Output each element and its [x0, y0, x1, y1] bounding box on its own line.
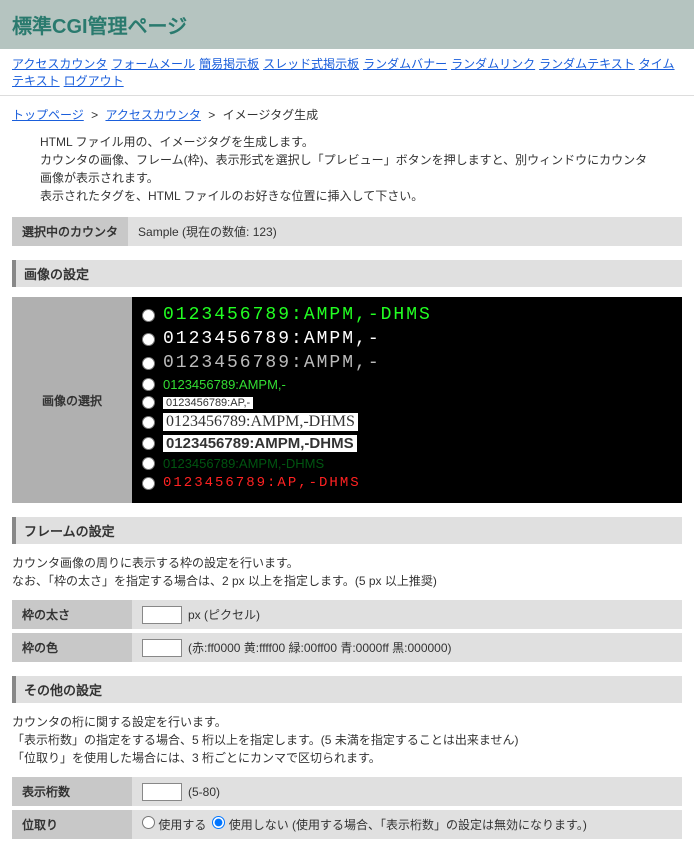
counter-sample: 0123456789:AMPM,-DHMS — [163, 456, 324, 471]
image-select-label: 画像の選択 — [12, 297, 132, 503]
image-option-row: 0123456789:AMPM,- — [142, 329, 672, 349]
note-line: カウンタ画像の周りに表示する枠の設定を行います。 — [12, 554, 682, 572]
digits-suffix: (5-80) — [188, 785, 220, 799]
image-option-row: 0123456789:AMPM,-DHMS — [142, 305, 672, 325]
counter-sample: 0123456789:AP,- — [163, 397, 253, 409]
digits-label: 表示桁数 — [12, 777, 132, 806]
frame-notes: カウンタ画像の周りに表示する枠の設定を行います。 なお、「枠の太さ」を指定する場… — [12, 554, 682, 600]
frame-color-input[interactable] — [142, 639, 182, 657]
separator-row: 位取り 使用する 使用しない (使用する場合、「表示桁数」の設定は無効になります… — [12, 810, 682, 839]
image-option-radio[interactable] — [142, 437, 155, 450]
frame-thickness-row: 枠の太さ px (ピクセル) — [12, 600, 682, 629]
frame-thickness-input[interactable] — [142, 606, 182, 624]
breadcrumb-sep: > — [208, 108, 215, 122]
section-title-other: その他の設定 — [12, 676, 682, 703]
page-header: 標準CGI管理ページ — [0, 0, 694, 49]
topnav-link[interactable]: ランダムテキスト — [539, 57, 635, 71]
image-option-row: 0123456789:AMPM,-DHMS — [142, 456, 672, 471]
desc-line: HTML ファイル用の、イメージタグを生成します。 — [40, 133, 654, 151]
topnav-link[interactable]: スレッド式掲示板 — [263, 57, 359, 71]
image-option-radio[interactable] — [142, 457, 155, 470]
topnav-link[interactable]: 簡易掲示板 — [199, 57, 259, 71]
counter-sample: 0123456789:AMPM,-DHMS — [163, 413, 358, 431]
topnav-link[interactable]: アクセスカウンタ — [12, 57, 107, 71]
image-option-radio[interactable] — [142, 357, 155, 370]
frame-color-hint: (赤:ff0000 黄:ffff00 緑:00ff00 青:0000ff 黒:0… — [188, 639, 452, 656]
image-option-radio[interactable] — [142, 309, 155, 322]
desc-line: 表示されたタグを、HTML ファイルのお好きな位置に挿入して下さい。 — [40, 187, 654, 205]
breadcrumb-link[interactable]: トップページ — [12, 108, 84, 122]
image-option-radio[interactable] — [142, 477, 155, 490]
separator-radio-use[interactable] — [142, 816, 155, 829]
page-title: 標準CGI管理ページ — [12, 10, 682, 39]
separator-opt-use[interactable]: 使用する — [142, 816, 206, 833]
topnav-link[interactable]: ランダムバナー — [363, 57, 447, 71]
selected-counter-row: 選択中のカウンタ Sample (現在の数値: 123) — [12, 217, 682, 246]
separator-opt-notuse[interactable]: 使用しない (使用する場合、「表示桁数」の設定は無効になります。) — [212, 816, 586, 833]
digits-input[interactable] — [142, 783, 182, 801]
separator-label: 位取り — [12, 810, 132, 839]
image-option-radio[interactable] — [142, 396, 155, 409]
note-line: 「位取り」を使用した場合には、3 桁ごとにカンマで区切られます。 — [12, 749, 682, 767]
separator-radio-notuse[interactable] — [212, 816, 225, 829]
image-option-radio[interactable] — [142, 378, 155, 391]
frame-color-label: 枠の色 — [12, 633, 132, 662]
frame-thickness-label: 枠の太さ — [12, 600, 132, 629]
counter-sample: 0123456789:AMPM,-DHMS — [163, 305, 432, 325]
counter-sample: 0123456789:AMPM,- — [163, 377, 286, 392]
breadcrumb-current: イメージタグ生成 — [223, 108, 319, 122]
counter-sample: 0123456789:AP,-DHMS — [163, 475, 361, 491]
image-option-radio[interactable] — [142, 416, 155, 429]
section-title-frame: フレームの設定 — [12, 517, 682, 544]
selected-counter-label: 選択中のカウンタ — [12, 217, 128, 246]
breadcrumb-sep: > — [91, 108, 98, 122]
section-title-image: 画像の設定 — [12, 260, 682, 287]
breadcrumb-link[interactable]: アクセスカウンタ — [105, 108, 200, 122]
image-option-row: 0123456789:AP,- — [142, 396, 672, 409]
topnav-link[interactable]: ランダムリンク — [451, 57, 535, 71]
note-line: カウンタの桁に関する設定を行います。 — [12, 713, 682, 731]
image-option-row: 0123456789:AMPM,-DHMS — [142, 413, 672, 431]
breadcrumb: トップページ > アクセスカウンタ > イメージタグ生成 — [0, 96, 694, 129]
image-option-row: 0123456789:AMPM,-DHMS — [142, 435, 672, 452]
desc-line: カウンタの画像、フレーム(枠)、表示形式を選択し「プレビュー」ボタンを押しますと… — [40, 151, 654, 187]
image-select-options: 0123456789:AMPM,-DHMS 0123456789:AMPM,- 01… — [132, 297, 682, 503]
image-option-row: 0123456789:AMPM,- — [142, 353, 672, 373]
image-option-row: 0123456789:AP,-DHMS — [142, 475, 672, 491]
other-notes: カウンタの桁に関する設定を行います。 「表示桁数」の指定をする場合、5 桁以上を… — [12, 713, 682, 777]
frame-color-row: 枠の色 (赤:ff0000 黄:ffff00 緑:00ff00 青:0000ff… — [12, 633, 682, 662]
note-line: 「表示桁数」の指定をする場合、5 桁以上を指定します。(5 未満を指定することは… — [12, 731, 682, 749]
description: HTML ファイル用の、イメージタグを生成します。 カウンタの画像、フレーム(枠… — [0, 129, 694, 217]
counter-sample: 0123456789:AMPM,-DHMS — [163, 435, 357, 452]
top-nav: アクセスカウンタフォームメール簡易掲示板スレッド式掲示板ランダムバナーランダムリ… — [0, 49, 694, 96]
counter-sample: 0123456789:AMPM,- — [163, 329, 381, 349]
digits-row: 表示桁数 (5-80) — [12, 777, 682, 806]
counter-sample: 0123456789:AMPM,- — [163, 353, 381, 373]
topnav-link[interactable]: ログアウト — [64, 74, 124, 88]
image-option-row: 0123456789:AMPM,- — [142, 377, 672, 392]
selected-counter-value: Sample (現在の数値: 123) — [128, 217, 287, 246]
frame-thickness-suffix: px (ピクセル) — [188, 606, 260, 623]
image-select-box: 画像の選択 0123456789:AMPM,-DHMS0123456789:AM… — [12, 297, 682, 503]
topnav-link[interactable]: フォームメール — [111, 57, 195, 71]
image-option-radio[interactable] — [142, 333, 155, 346]
note-line: なお、「枠の太さ」を指定する場合は、2 px 以上を指定します。(5 px 以上… — [12, 572, 682, 590]
